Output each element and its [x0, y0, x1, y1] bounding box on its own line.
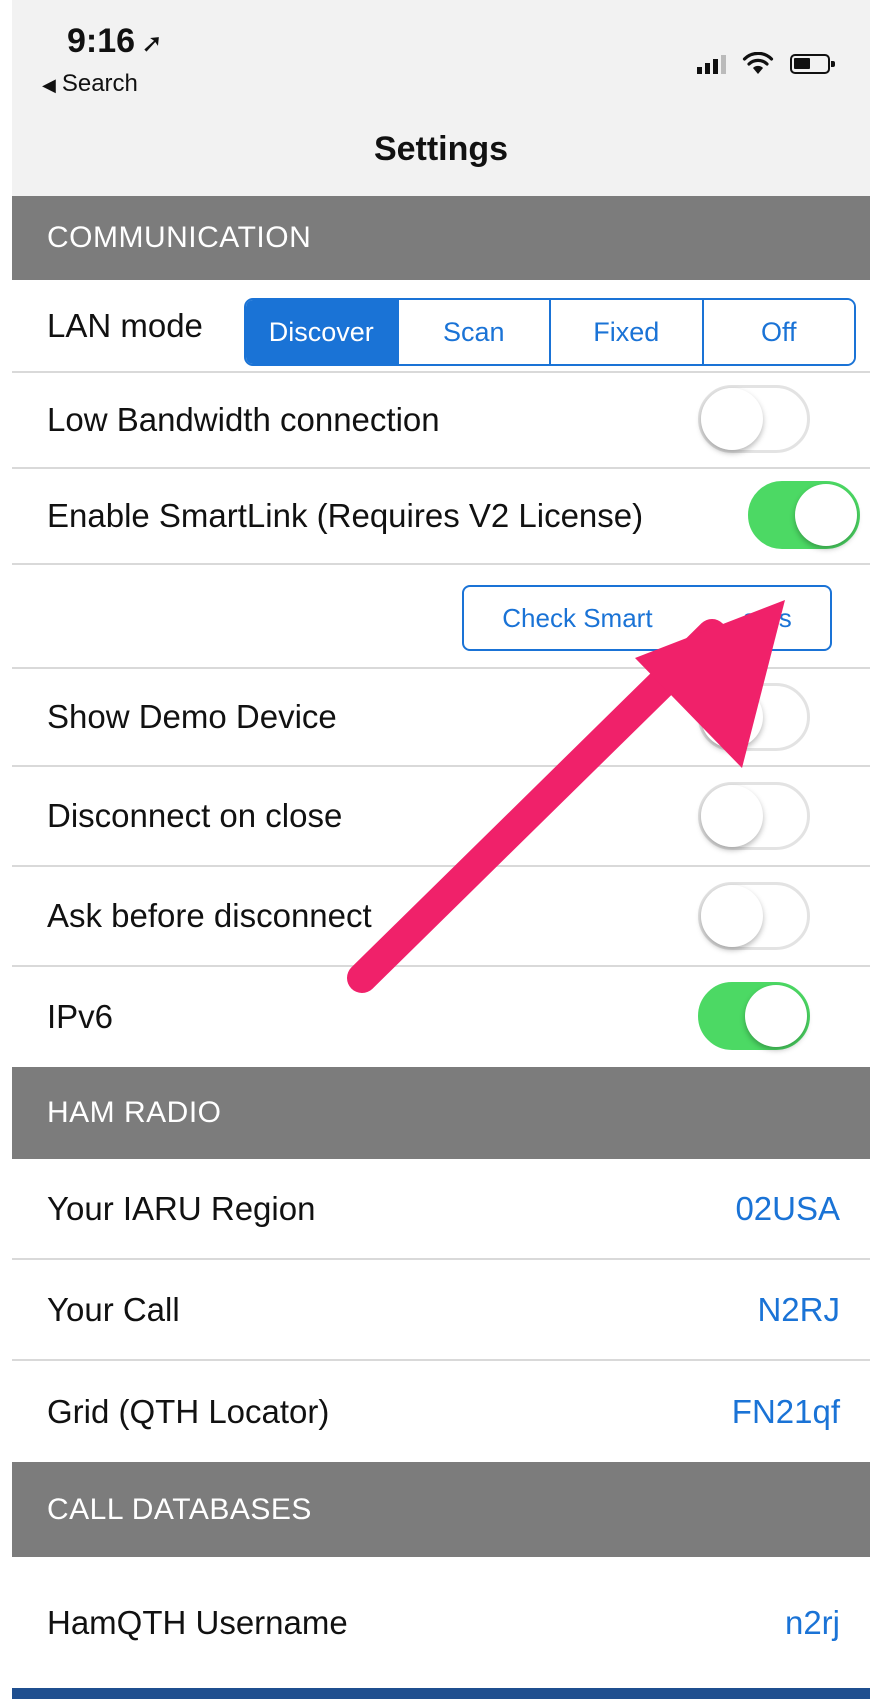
section-header-communication: COMMUNICATION — [12, 196, 870, 280]
show-demo-device-label: Show Demo Device — [47, 698, 337, 735]
grid-locator-row[interactable]: Grid (QTH Locator) FN21qf — [12, 1361, 870, 1462]
disconnect-on-close-toggle[interactable] — [698, 782, 810, 850]
ipv6-label: IPv6 — [47, 998, 114, 1035]
check-smartlink-status-button[interactable]: Check Smart atus — [462, 585, 832, 651]
ipv6-row: IPv6 — [12, 967, 870, 1067]
ask-before-disconnect-row: Ask before disconnect — [12, 867, 870, 967]
low-bandwidth-row: Low Bandwidth connection — [12, 373, 870, 469]
settings-screen: 9:16 ➚ ◀ Search Settings COMMUNICATION LAN… — [0, 0, 870, 1699]
disconnect-on-close-label: Disconnect on close — [47, 797, 343, 834]
segment-discover[interactable]: Discover — [246, 300, 397, 364]
hamqth-username-label: HamQTH Username — [47, 1603, 348, 1641]
your-call-row[interactable]: Your Call N2RJ — [12, 1260, 870, 1361]
smartlink-toggle[interactable] — [748, 481, 860, 549]
check-smartlink-row: Check Smart atus — [12, 565, 870, 669]
hamqth-username-value[interactable]: n2rj — [785, 1604, 840, 1642]
battery-icon — [790, 54, 835, 74]
your-call-value[interactable]: N2RJ — [757, 1291, 840, 1329]
iaru-region-label: Your IARU Region — [47, 1189, 316, 1227]
show-demo-device-row: Show Demo Device — [12, 669, 870, 767]
iaru-region-row[interactable]: Your IARU Region 02USA — [12, 1159, 870, 1260]
toggle-knob — [795, 484, 857, 546]
ask-before-disconnect-toggle[interactable] — [698, 882, 810, 950]
back-to-search-button[interactable]: ◀ Search — [42, 70, 138, 98]
section-header-call-databases: CALL DATABASES — [12, 1462, 870, 1557]
lan-mode-row: LAN mode Discover Scan Fixed Off — [12, 280, 870, 373]
wifi-icon — [742, 52, 774, 74]
lan-mode-segmented-control[interactable]: Discover Scan Fixed Off — [244, 298, 856, 366]
hamqth-username-row[interactable]: HamQTH Username n2rj — [12, 1557, 870, 1688]
cellular-signal-icon — [697, 54, 726, 74]
toggle-knob — [701, 785, 763, 847]
ipv6-toggle[interactable] — [698, 982, 810, 1050]
toggle-knob — [701, 388, 763, 450]
lan-mode-label: LAN mode — [47, 306, 203, 344]
smartlink-label: Enable SmartLink (Requires V2 License) — [47, 497, 644, 534]
segment-off[interactable]: Off — [701, 300, 854, 364]
back-triangle-icon: ◀ — [42, 75, 56, 95]
location-arrow-icon: ➚ — [141, 28, 163, 58]
grid-locator-value[interactable]: FN21qf — [732, 1393, 840, 1431]
iaru-region-value[interactable]: 02USA — [735, 1190, 840, 1228]
low-bandwidth-label: Low Bandwidth connection — [47, 401, 440, 438]
smartlink-row: Enable SmartLink (Requires V2 License) — [12, 469, 870, 565]
show-demo-device-toggle[interactable] — [698, 683, 810, 751]
section-header-ham-radio: HAM RADIO — [12, 1067, 870, 1159]
top-bar: 9:16 ➚ ◀ Search Settings — [12, 0, 870, 196]
segment-fixed[interactable]: Fixed — [549, 300, 702, 364]
your-call-label: Your Call — [47, 1290, 180, 1328]
low-bandwidth-toggle[interactable] — [698, 385, 810, 453]
status-time: 9:16 ➚ — [67, 22, 163, 60]
grid-locator-label: Grid (QTH Locator) — [47, 1392, 330, 1430]
bottom-edge-bar — [12, 1688, 870, 1699]
disconnect-on-close-row: Disconnect on close — [12, 767, 870, 867]
toggle-knob — [745, 985, 807, 1047]
toggle-knob — [701, 885, 763, 947]
toggle-knob — [701, 686, 763, 748]
ask-before-disconnect-label: Ask before disconnect — [47, 897, 372, 934]
page-title: Settings — [373, 130, 509, 168]
segment-scan[interactable]: Scan — [396, 300, 549, 364]
status-icons — [697, 52, 835, 76]
